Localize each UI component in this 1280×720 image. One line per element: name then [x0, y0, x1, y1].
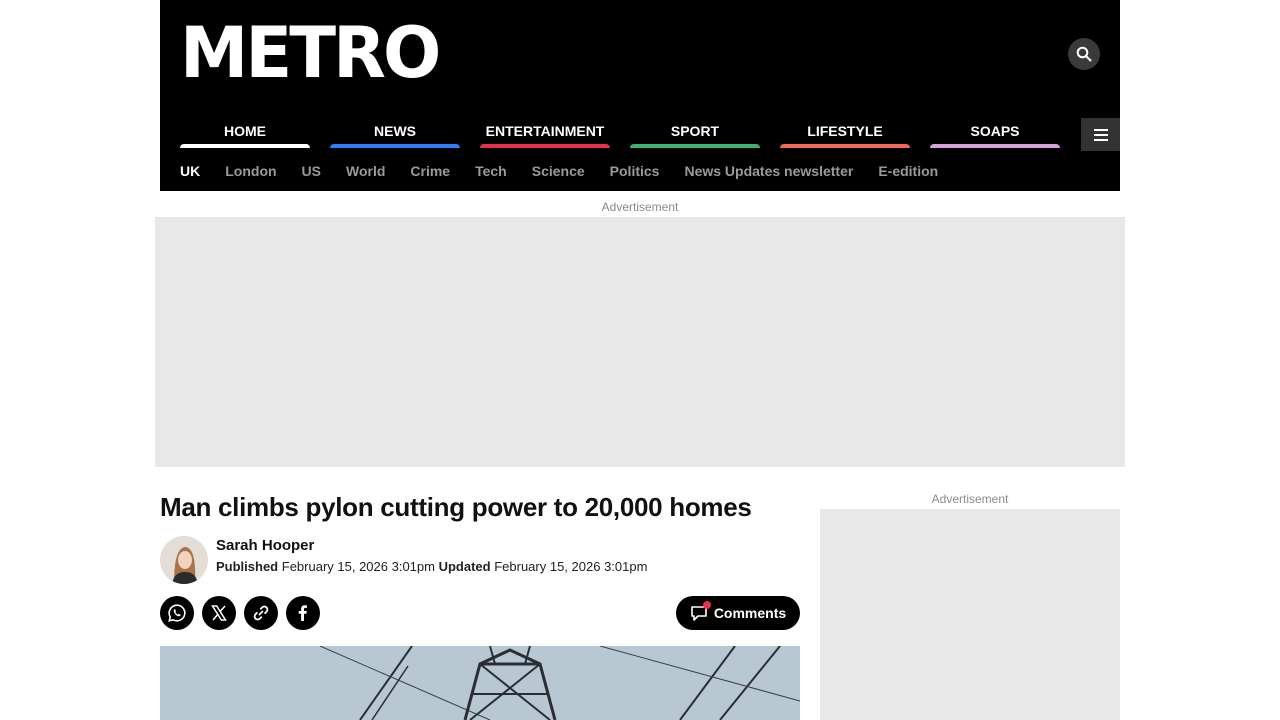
- nav-underline: [480, 144, 610, 148]
- subnav-newsletter[interactable]: News Updates newsletter: [684, 162, 853, 180]
- notification-dot: [702, 601, 711, 609]
- subnav-london[interactable]: London: [225, 162, 276, 180]
- subnav-politics[interactable]: Politics: [610, 162, 660, 180]
- ad-slot-side[interactable]: [820, 509, 1120, 720]
- article-hero-image[interactable]: [160, 646, 800, 720]
- nav-label: NEWS: [374, 123, 416, 139]
- nav-entertainment[interactable]: ENTERTAINMENT: [480, 118, 610, 148]
- pylon-image: [160, 646, 800, 720]
- ad-label-side: Advertisement: [931, 492, 1009, 506]
- site-header: METRO HOME NEWS ENTERTAINMENT SPORT LIFE…: [160, 0, 1120, 191]
- menu-button[interactable]: [1081, 118, 1120, 151]
- search-icon: [1076, 46, 1092, 62]
- ad-label-top: Advertisement: [601, 200, 679, 214]
- published-label: Published: [216, 559, 279, 574]
- comment-icon: [690, 601, 711, 622]
- metro-logo[interactable]: METRO: [180, 18, 441, 88]
- published-date: February 15, 2026 3:01pm: [281, 559, 435, 574]
- nav-label: SOAPS: [970, 123, 1020, 139]
- hamburger-icon-line: [1093, 138, 1108, 141]
- nav-home[interactable]: HOME: [180, 118, 310, 148]
- share-whatsapp-button[interactable]: [160, 596, 194, 630]
- hamburger-icon-line: [1093, 133, 1108, 136]
- nav-underline: [630, 144, 760, 148]
- nav-lifestyle[interactable]: LIFESTYLE: [780, 118, 910, 148]
- subnav-crime[interactable]: Crime: [410, 162, 450, 180]
- updated-date: February 15, 2026 3:01pm: [494, 559, 648, 574]
- nav-underline: [330, 144, 460, 148]
- hamburger-icon: [1093, 128, 1108, 131]
- search-button[interactable]: [1068, 38, 1100, 70]
- comments-button[interactable]: Comments: [676, 596, 800, 630]
- updated-label: Updated: [438, 559, 491, 574]
- nav-label: HOME: [224, 123, 266, 139]
- nav-underline: [780, 144, 910, 148]
- facebook-icon: [298, 605, 307, 621]
- nav-label: LIFESTYLE: [807, 123, 883, 139]
- link-icon: [253, 605, 269, 621]
- sub-nav: UK London US World Crime Tech Science Po…: [180, 162, 938, 180]
- comments-label: Comments: [713, 605, 787, 621]
- x-icon: [211, 605, 227, 621]
- whatsapp-icon: [168, 604, 186, 622]
- share-facebook-button[interactable]: [286, 596, 320, 630]
- copy-link-button[interactable]: [244, 596, 278, 630]
- subnav-us[interactable]: US: [302, 162, 321, 180]
- subnav-e-edition[interactable]: E-edition: [878, 162, 938, 180]
- subnav-science[interactable]: Science: [532, 162, 585, 180]
- nav-underline: [180, 144, 310, 148]
- nav-news[interactable]: NEWS: [330, 118, 460, 148]
- article-dates: Published February 15, 2026 3:01pm Updat…: [216, 559, 647, 574]
- nav-label: SPORT: [670, 123, 720, 139]
- author-photo: [160, 536, 208, 584]
- nav-underline: [930, 144, 1060, 148]
- subnav-tech[interactable]: Tech: [475, 162, 507, 180]
- author-name[interactable]: Sarah Hooper: [216, 537, 314, 554]
- share-x-button[interactable]: [202, 596, 236, 630]
- nav-sport[interactable]: SPORT: [630, 118, 760, 148]
- article-headline: Man climbs pylon cutting power to 20,000…: [160, 492, 752, 522]
- nav-soaps[interactable]: SOAPS: [930, 118, 1060, 148]
- subnav-world[interactable]: World: [346, 162, 385, 180]
- ad-slot-top[interactable]: [155, 217, 1125, 467]
- author-avatar[interactable]: [160, 536, 208, 584]
- nav-label: ENTERTAINMENT: [485, 123, 605, 139]
- subnav-uk[interactable]: UK: [180, 162, 200, 180]
- main-nav: HOME NEWS ENTERTAINMENT SPORT LIFESTYLE …: [180, 118, 1060, 148]
